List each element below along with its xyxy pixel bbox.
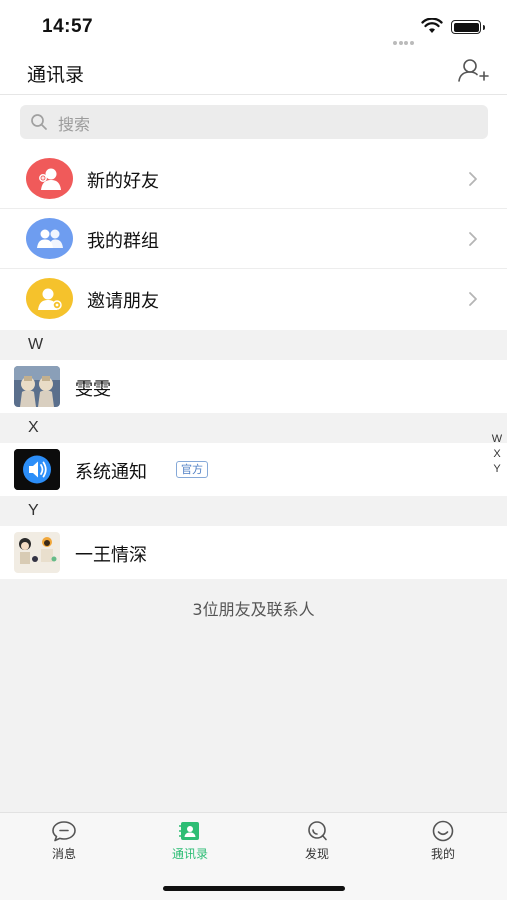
- profile-icon: [432, 820, 454, 842]
- new-friend-icon: [26, 158, 73, 199]
- tab-messages-label: 消息: [51, 847, 76, 861]
- index-letter-y[interactable]: Y: [493, 462, 500, 477]
- search-area: 搜索: [0, 95, 507, 149]
- contact-count: 3位朋友及联系人: [192, 600, 315, 619]
- tab-contacts-label: 通讯录: [171, 847, 208, 861]
- battery-icon: [451, 20, 485, 34]
- my-groups-item[interactable]: 我的群组: [0, 209, 507, 269]
- section-header-w: W: [0, 330, 507, 360]
- search-placeholder: 搜索: [58, 115, 91, 134]
- message-icon: [52, 821, 76, 842]
- invite-friends-label: 邀请朋友: [87, 291, 159, 312]
- contact-name: 一王情深: [75, 545, 147, 566]
- chevron-right-icon: [469, 172, 477, 186]
- contact-row[interactable]: 一王情深: [0, 526, 507, 579]
- section-header-x: X: [0, 413, 507, 443]
- page-title: 通讯录: [27, 64, 85, 86]
- alphabet-index[interactable]: W X Y: [487, 432, 507, 477]
- nav-bar: 通讯录: [0, 50, 507, 95]
- contact-name: 雯雯: [75, 379, 111, 400]
- official-badge: 官方: [176, 461, 208, 478]
- avatar: [14, 532, 60, 573]
- my-groups-label: 我的群组: [87, 231, 159, 252]
- tab-contacts[interactable]: 通讯录: [150, 819, 230, 865]
- index-letter-w[interactable]: W: [492, 432, 502, 447]
- chevron-right-icon: [469, 232, 477, 246]
- contact-row[interactable]: 系统通知 官方: [0, 443, 507, 496]
- discover-icon: [308, 821, 327, 841]
- tab-discover[interactable]: 发现: [277, 819, 357, 865]
- section-header-y: Y: [0, 496, 507, 526]
- function-list: 新的好友 我的群组 邀请朋友: [0, 149, 507, 330]
- invite-friends-item[interactable]: 邀请朋友: [0, 269, 507, 330]
- search-icon: [31, 114, 47, 130]
- new-friends-item[interactable]: 新的好友: [0, 149, 507, 209]
- avatar: [14, 366, 60, 407]
- new-friends-label: 新的好友: [87, 171, 159, 192]
- wifi-icon: [421, 18, 443, 33]
- status-bar: 14:57: [0, 0, 507, 50]
- status-time: 14:57: [42, 16, 94, 37]
- tab-profile[interactable]: 我的: [403, 819, 483, 865]
- invite-icon: [26, 278, 73, 319]
- group-icon: [26, 218, 73, 259]
- home-indicator[interactable]: [163, 886, 345, 891]
- contact-row[interactable]: 雯雯: [0, 360, 507, 413]
- tab-profile-label: 我的: [430, 847, 455, 861]
- chevron-right-icon: [469, 292, 477, 306]
- signal-icon: [393, 30, 415, 45]
- add-contact-icon: [458, 59, 489, 82]
- index-letter-x[interactable]: X: [493, 447, 500, 462]
- tab-messages[interactable]: 消息: [24, 819, 104, 865]
- add-contact-button[interactable]: [456, 56, 490, 86]
- contacts-icon: [179, 822, 199, 840]
- contact-name: 系统通知: [75, 462, 147, 483]
- tab-discover-label: 发现: [304, 847, 329, 861]
- speaker-icon: [14, 449, 60, 490]
- search-input[interactable]: 搜索: [20, 105, 488, 139]
